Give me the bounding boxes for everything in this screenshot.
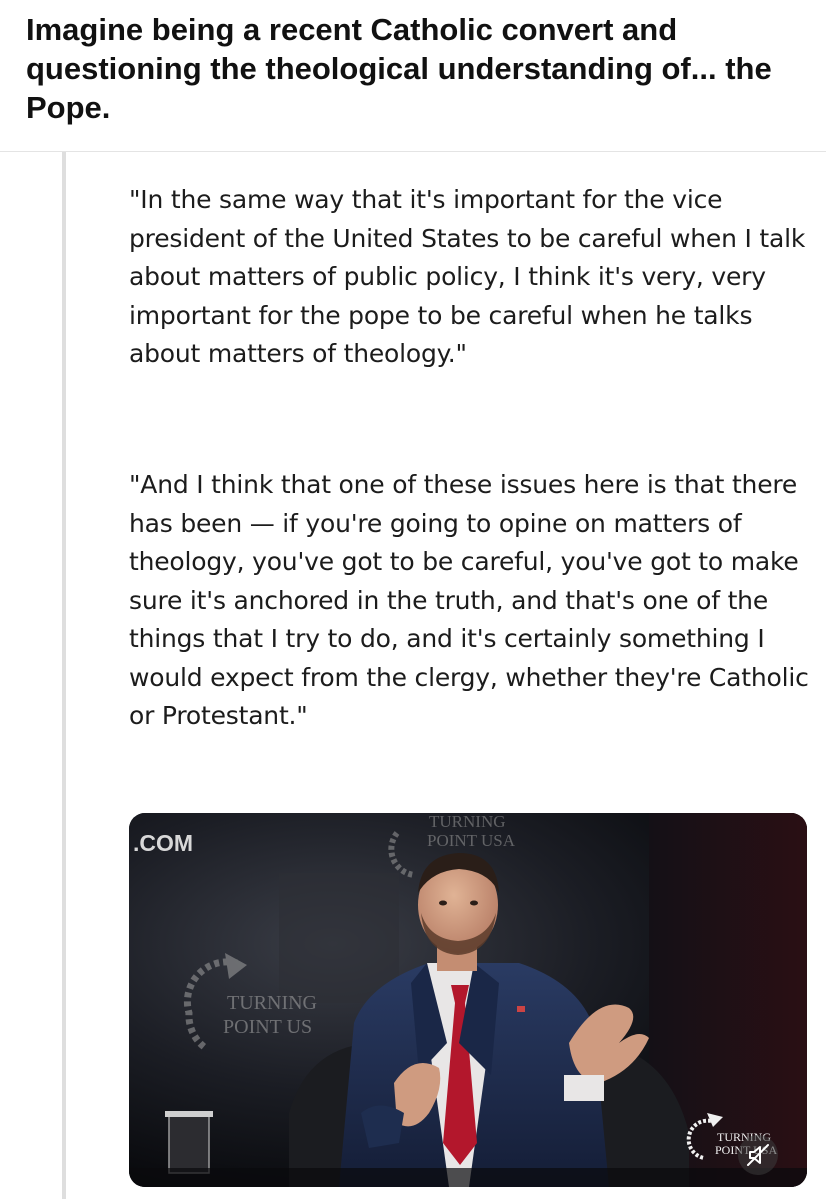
quote-rule: [62, 152, 66, 1199]
mute-toggle-button[interactable]: [738, 1135, 778, 1175]
backdrop-left-line2: POINT US: [223, 1016, 312, 1038]
post-title: Imagine being a recent Catholic convert …: [26, 12, 772, 125]
backdrop-panel: [279, 873, 399, 1003]
backdrop-top-line1: TURNING: [429, 813, 506, 831]
video-thumbnail[interactable]: .COM TURNING POINT USA TURNING POINT US: [129, 813, 807, 1187]
quote-paragraph-2: "And I think that one of these issues he…: [129, 470, 809, 730]
com-watermark: .COM: [133, 830, 193, 856]
speaker-muted-icon: [747, 1144, 769, 1166]
video-frame: .COM TURNING POINT USA TURNING POINT US: [129, 813, 807, 1187]
backdrop-top-line2: POINT USA: [427, 831, 516, 850]
water-glass: [165, 1111, 213, 1174]
post-header: Imagine being a recent Catholic convert …: [0, 0, 826, 150]
quote-paragraph-1: "In the same way that it's important for…: [129, 185, 806, 368]
backdrop-left-line1: TURNING: [227, 992, 317, 1014]
